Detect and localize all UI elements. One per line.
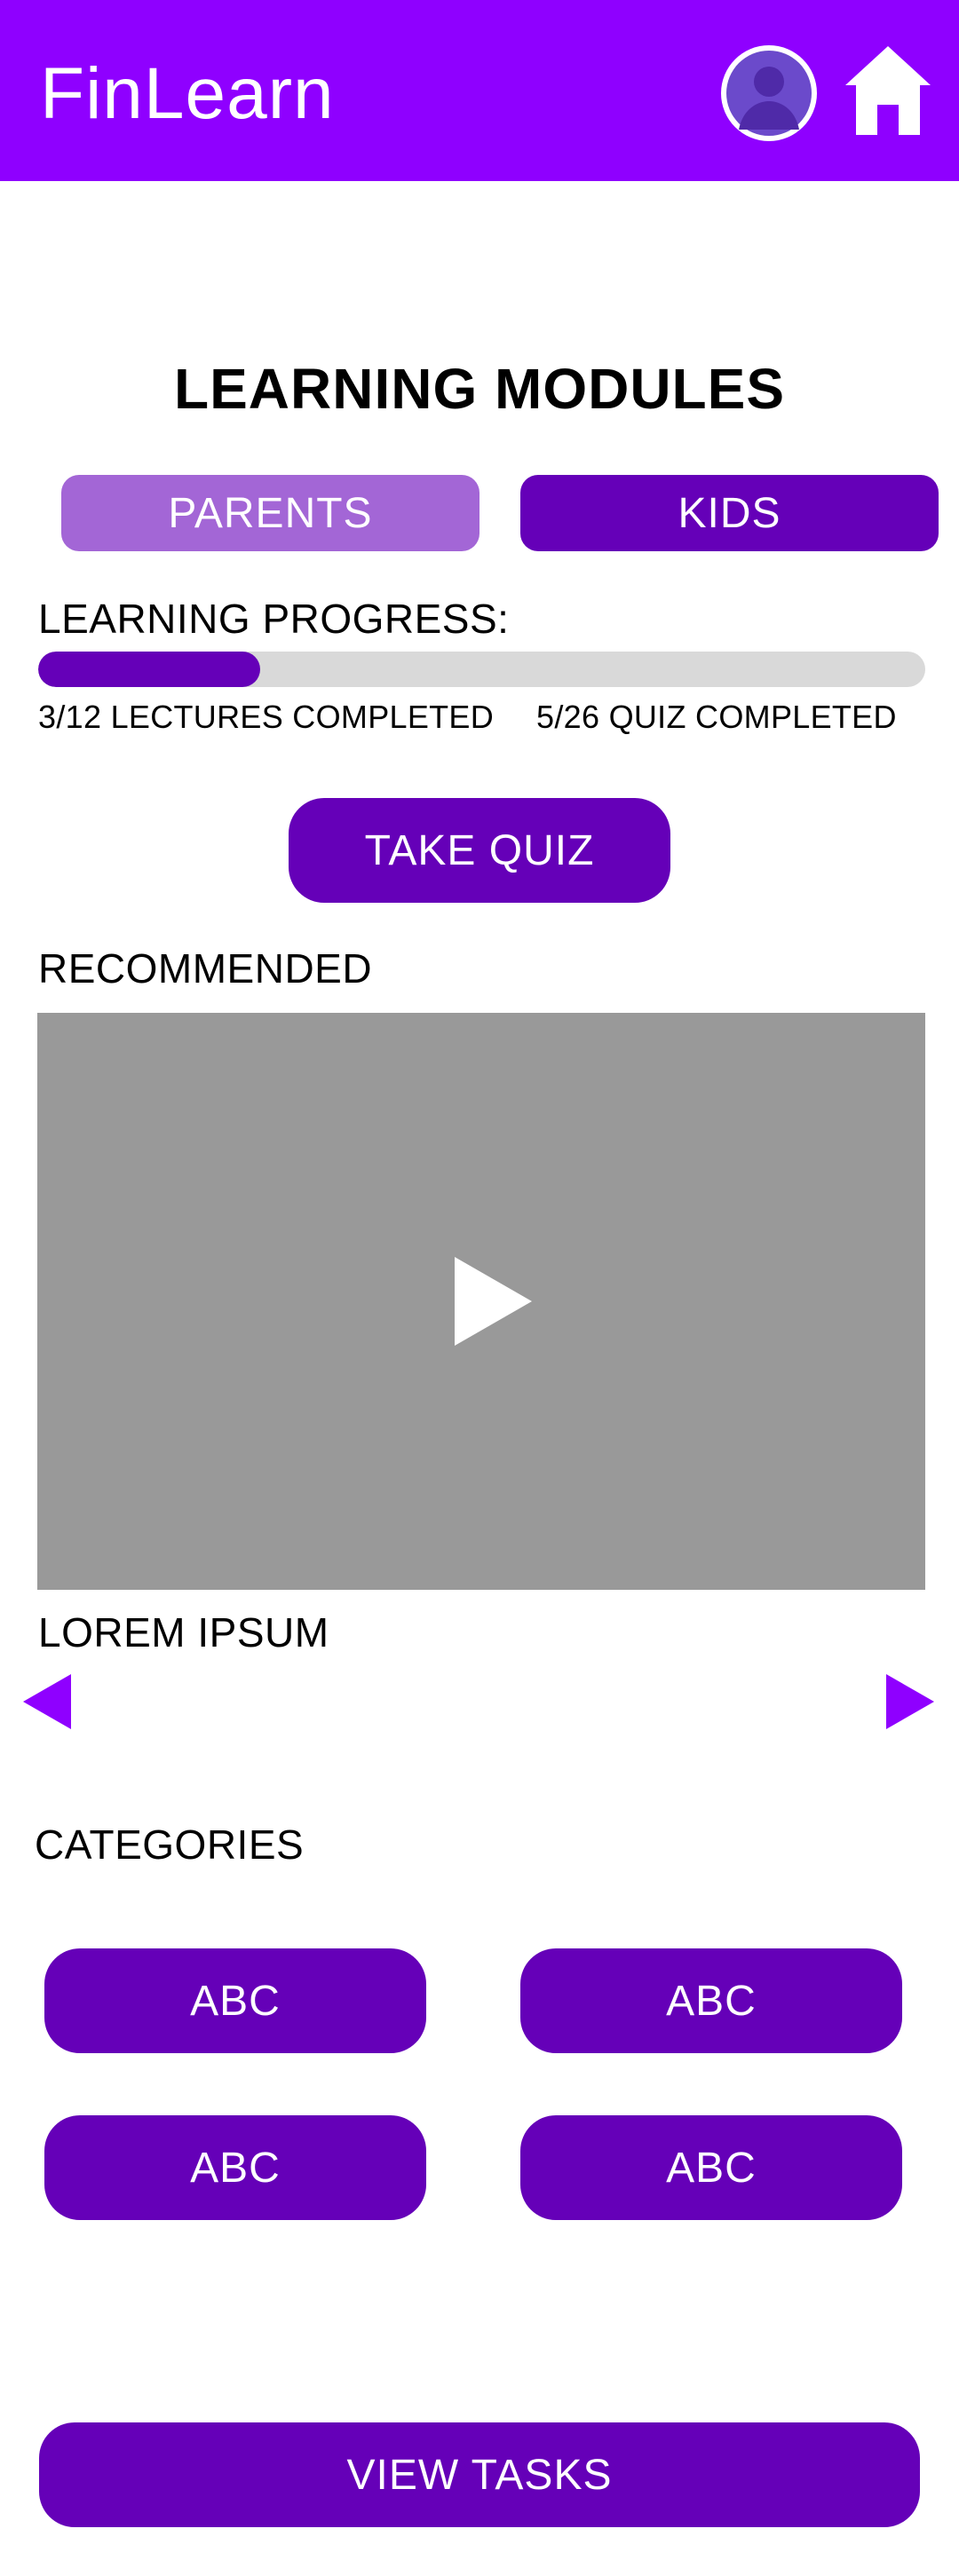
- left-triangle-icon: [23, 1674, 71, 1729]
- previous-video-button[interactable]: [21, 1672, 73, 1731]
- tab-parents[interactable]: PARENTS: [61, 475, 480, 551]
- category-button[interactable]: ABC: [44, 1948, 426, 2053]
- quiz-completed-text: 5/26 QUIZ COMPLETED: [536, 699, 897, 735]
- video-title: LOREM IPSUM: [38, 1609, 329, 1655]
- category-button[interactable]: ABC: [44, 2115, 426, 2220]
- category-button[interactable]: ABC: [520, 1948, 902, 2053]
- finlearn-screen: FinLearn LEARNING MODULES PARENTS KIDS L…: [0, 0, 959, 2576]
- category-button[interactable]: ABC: [520, 2115, 902, 2220]
- right-triangle-icon: [886, 1674, 934, 1729]
- play-video-button[interactable]: [451, 1254, 535, 1348]
- home-button[interactable]: [844, 43, 932, 140]
- learning-progress-bar: [38, 652, 925, 687]
- learning-progress-fill: [38, 652, 260, 687]
- view-tasks-button[interactable]: VIEW TASKS: [39, 2422, 920, 2527]
- app-title: FinLearn: [40, 53, 335, 134]
- home-icon: [845, 46, 931, 135]
- lectures-completed-text: 3/12 LECTURES COMPLETED: [38, 699, 495, 735]
- recommended-heading: RECOMMENDED: [38, 945, 373, 992]
- next-video-button[interactable]: [884, 1672, 936, 1731]
- page-title: LEARNING MODULES: [174, 356, 785, 421]
- app-header: FinLearn: [0, 0, 959, 181]
- user-avatar-icon: [723, 47, 815, 139]
- learning-progress-label: LEARNING PROGRESS:: [38, 596, 510, 642]
- play-icon: [455, 1257, 532, 1346]
- categories-heading: CATEGORIES: [35, 1821, 305, 1868]
- tab-kids[interactable]: KIDS: [520, 475, 939, 551]
- take-quiz-button[interactable]: TAKE QUIZ: [289, 798, 670, 903]
- profile-avatar-button[interactable]: [721, 45, 817, 141]
